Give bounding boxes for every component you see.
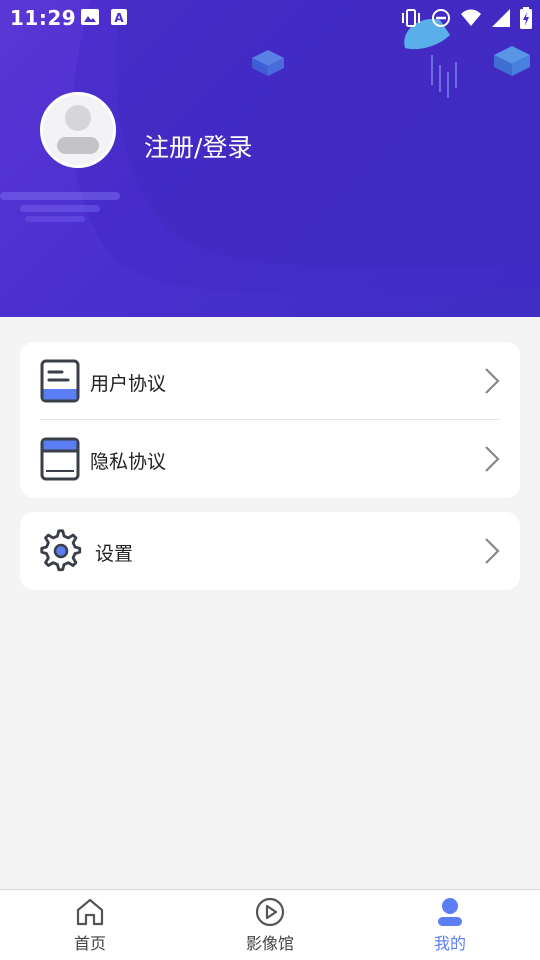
- menu-item-privacy-agreement[interactable]: 隐私协议: [20, 420, 520, 498]
- menu-item-label: 隐私协议: [90, 451, 167, 473]
- play-circle-icon: [255, 897, 285, 927]
- signal-icon: [492, 9, 510, 27]
- do-not-disturb-icon: [432, 9, 450, 27]
- battery-charging-icon: [520, 7, 532, 29]
- tab-home[interactable]: 首页: [0, 890, 180, 960]
- tab-gallery[interactable]: 影像馆: [180, 890, 360, 960]
- book-icon: [40, 437, 80, 481]
- vibrate-icon: [402, 9, 420, 27]
- text-a-icon: A: [111, 9, 127, 25]
- chevron-right-icon: [485, 538, 500, 564]
- home-icon: [76, 898, 104, 926]
- svg-text:A: A: [114, 11, 124, 25]
- image-icon: [81, 9, 99, 25]
- tab-mine[interactable]: 我的: [360, 890, 540, 960]
- tab-label: 影像馆: [245, 934, 294, 953]
- tab-label: 我的: [433, 934, 466, 953]
- gear-icon: [40, 529, 82, 572]
- agreements-card: 用户协议 隐私协议: [20, 342, 520, 498]
- document-icon: [40, 359, 80, 403]
- login-register-link[interactable]: 注册/登录: [144, 128, 252, 164]
- menu-item-label: 设置: [95, 543, 134, 565]
- menu-item-settings[interactable]: 设置: [20, 512, 520, 590]
- chevron-right-icon: [485, 368, 500, 394]
- settings-card: 设置: [20, 512, 520, 590]
- status-bar: 11:29 A: [0, 0, 540, 36]
- tab-label: 首页: [73, 934, 106, 953]
- user-icon: [438, 898, 462, 926]
- avatar[interactable]: [40, 92, 116, 168]
- menu-item-user-agreement[interactable]: 用户协议: [20, 342, 520, 420]
- status-time: 11:29: [10, 6, 77, 30]
- chevron-right-icon: [485, 446, 500, 472]
- wifi-icon: [461, 9, 481, 26]
- default-avatar-icon: [57, 105, 99, 154]
- menu-item-label: 用户协议: [90, 373, 167, 395]
- bottom-tab-bar: 首页 影像馆 我的: [0, 889, 540, 960]
- profile-header: 11:29 A 注册/登录: [0, 0, 540, 317]
